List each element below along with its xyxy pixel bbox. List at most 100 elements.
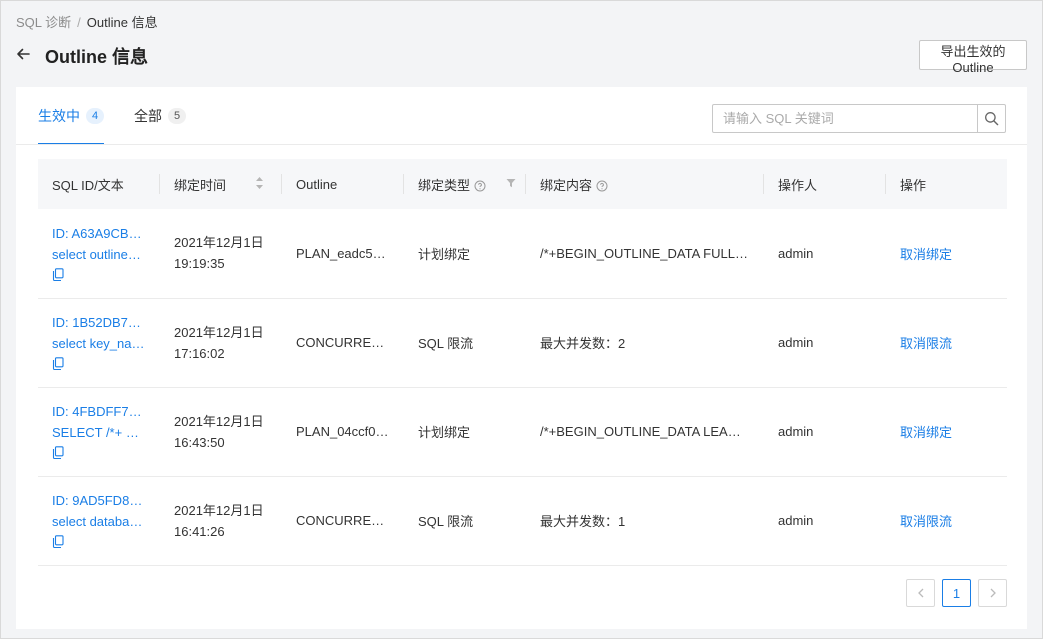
search-box bbox=[712, 104, 1006, 133]
operator-cell: admin bbox=[764, 476, 886, 566]
column-header-sql: SQL ID/文本 bbox=[38, 159, 160, 209]
cancel-limit-link[interactable]: 取消限流 bbox=[900, 514, 952, 529]
pagination: 1 bbox=[906, 579, 1007, 607]
bind-time-cell: 2021年12月1日 19:19:35 bbox=[160, 209, 282, 299]
breadcrumb-current: Outline 信息 bbox=[86, 15, 158, 30]
bind-content-cell: 最大并发数：1 bbox=[526, 476, 764, 566]
outline-table: SQL ID/文本 绑定时间 Outline 绑定类型 绑定内容 操作人 操作 … bbox=[38, 159, 1007, 566]
next-page-button[interactable] bbox=[978, 579, 1007, 607]
bind-type-cell: 计划绑定 bbox=[404, 209, 526, 299]
bind-date: 2021年12月1日 bbox=[174, 324, 264, 340]
bind-date: 2021年12月1日 bbox=[174, 235, 264, 251]
prev-page-button[interactable] bbox=[906, 579, 935, 607]
tab-all-count: 5 bbox=[168, 108, 186, 124]
table-header-row: SQL ID/文本 绑定时间 Outline 绑定类型 绑定内容 操作人 操作 bbox=[38, 159, 1007, 209]
column-header-action: 操作 bbox=[886, 159, 1007, 209]
outline-card: 生效中 4 全部 5 SQL ID/文本 绑定时间 bbox=[16, 87, 1027, 629]
page-title: Outline 信息 bbox=[45, 47, 148, 67]
sql-cell: ID: 1B52DB7AE... select key_name ... bbox=[38, 298, 160, 388]
bind-type-cell: SQL 限流 bbox=[404, 298, 526, 388]
sql-id-link[interactable]: ID: 9AD5FD89... bbox=[52, 490, 146, 511]
chevron-left-icon bbox=[917, 588, 923, 598]
bind-date: 2021年12月1日 bbox=[174, 413, 264, 429]
search-input[interactable] bbox=[713, 105, 977, 132]
sql-text-link[interactable]: select outline_na... bbox=[52, 244, 146, 265]
bind-type-cell: 计划绑定 bbox=[404, 387, 526, 477]
sql-text-link[interactable]: SELECT /*+ READ... bbox=[52, 422, 146, 443]
column-header-outline-label: Outline bbox=[296, 176, 338, 192]
tab-active-label: 生效中 bbox=[38, 108, 80, 124]
bind-time: 17:16:02 bbox=[174, 345, 225, 361]
tab-all-label: 全部 bbox=[134, 108, 162, 124]
operator-cell: admin bbox=[764, 387, 886, 477]
sql-id-link[interactable]: ID: 4FBDFF77F... bbox=[52, 401, 146, 422]
breadcrumb: SQL 诊断 / Outline 信息 bbox=[16, 12, 158, 31]
bind-time: 19:19:35 bbox=[174, 256, 225, 272]
action-cell: 取消绑定 bbox=[886, 387, 1007, 477]
sql-text-link[interactable]: select key_name ... bbox=[52, 333, 146, 354]
back-arrow-icon[interactable] bbox=[15, 46, 31, 62]
bind-time: 16:43:50 bbox=[174, 434, 225, 450]
cancel-bind-link[interactable]: 取消绑定 bbox=[900, 425, 952, 440]
breadcrumb-sql-diagnosis[interactable]: SQL 诊断 bbox=[16, 15, 71, 30]
action-cell: 取消限流 bbox=[886, 298, 1007, 388]
sql-cell: ID: 4FBDFF77F... SELECT /*+ READ... bbox=[38, 387, 160, 477]
sql-cell: ID: A63A9CB4... select outline_na... bbox=[38, 209, 160, 299]
column-header-action-label: 操作 bbox=[900, 177, 927, 193]
bind-content-cell: /*+BEGIN_OUTLINE_DATA FULL(@"... bbox=[526, 209, 764, 299]
cancel-bind-link[interactable]: 取消绑定 bbox=[900, 247, 952, 262]
table-row: ID: 1B52DB7AE... select key_name ... 202… bbox=[38, 298, 1007, 388]
column-header-outline: Outline bbox=[282, 159, 404, 209]
column-header-type: 绑定类型 bbox=[404, 159, 526, 209]
search-icon bbox=[985, 112, 999, 126]
outline-cell: CONCURRENT... bbox=[282, 298, 404, 388]
column-header-content-label: 绑定内容 bbox=[540, 177, 593, 193]
bind-time-cell: 2021年12月1日 16:43:50 bbox=[160, 387, 282, 477]
search-button[interactable] bbox=[977, 105, 1005, 132]
copy-icon[interactable] bbox=[52, 535, 64, 548]
operator-cell: admin bbox=[764, 298, 886, 388]
outline-cell: PLAN_04ccf04... bbox=[282, 387, 404, 477]
copy-icon[interactable] bbox=[52, 357, 64, 370]
bind-type-cell: SQL 限流 bbox=[404, 476, 526, 566]
bind-content-cell: /*+BEGIN_OUTLINE_DATA LEADING... bbox=[526, 387, 764, 477]
chevron-right-icon bbox=[990, 588, 996, 598]
bind-content-cell: 最大并发数：2 bbox=[526, 298, 764, 388]
operator-cell: admin bbox=[764, 209, 886, 299]
tab-all[interactable]: 全部 5 bbox=[134, 87, 186, 145]
column-header-operator: 操作人 bbox=[764, 159, 886, 209]
bind-time-cell: 2021年12月1日 17:16:02 bbox=[160, 298, 282, 388]
breadcrumb-separator: / bbox=[77, 15, 81, 30]
export-outline-button[interactable]: 导出生效的 Outline bbox=[919, 40, 1027, 75]
column-header-operator-label: 操作人 bbox=[778, 177, 818, 193]
sql-cell: ID: 9AD5FD89... select database_i... bbox=[38, 476, 160, 566]
bind-time: 16:41:26 bbox=[174, 523, 225, 539]
tab-active[interactable]: 生效中 4 bbox=[38, 87, 104, 145]
sort-icon[interactable] bbox=[255, 176, 264, 190]
sql-text-link[interactable]: select database_i... bbox=[52, 511, 146, 532]
page-button-current[interactable]: 1 bbox=[942, 579, 971, 607]
column-header-time[interactable]: 绑定时间 bbox=[160, 159, 282, 209]
outline-cell: CONCURRENT... bbox=[282, 476, 404, 566]
copy-icon[interactable] bbox=[52, 268, 64, 281]
action-cell: 取消绑定 bbox=[886, 209, 1007, 299]
table-row: ID: A63A9CB4... select outline_na... 202… bbox=[38, 209, 1007, 299]
table-row: ID: 4FBDFF77F... SELECT /*+ READ... 2021… bbox=[38, 387, 1007, 477]
table-row: ID: 9AD5FD89... select database_i... 202… bbox=[38, 476, 1007, 566]
help-icon[interactable] bbox=[474, 180, 486, 192]
outline-cell: PLAN_eadc536... bbox=[282, 209, 404, 299]
help-icon[interactable] bbox=[596, 180, 608, 192]
sql-id-link[interactable]: ID: A63A9CB4... bbox=[52, 223, 146, 244]
column-header-content: 绑定内容 bbox=[526, 159, 764, 209]
filter-icon[interactable] bbox=[506, 178, 516, 188]
tabs-divider bbox=[16, 144, 1027, 145]
action-cell: 取消限流 bbox=[886, 476, 1007, 566]
column-header-sql-label: SQL ID/文本 bbox=[52, 177, 124, 193]
column-header-time-label: 绑定时间 bbox=[174, 177, 227, 193]
cancel-limit-link[interactable]: 取消限流 bbox=[900, 336, 952, 351]
sql-id-link[interactable]: ID: 1B52DB7AE... bbox=[52, 312, 146, 333]
copy-icon[interactable] bbox=[52, 446, 64, 459]
bind-date: 2021年12月1日 bbox=[174, 502, 264, 518]
column-header-type-label: 绑定类型 bbox=[418, 177, 471, 193]
bind-time-cell: 2021年12月1日 16:41:26 bbox=[160, 476, 282, 566]
